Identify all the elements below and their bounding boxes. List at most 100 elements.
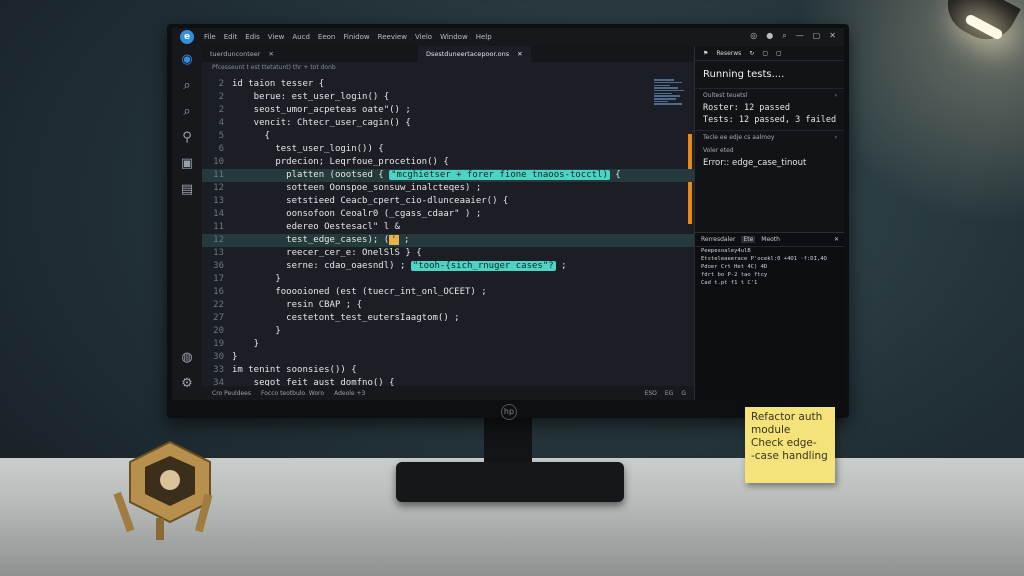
code-text: seost_umor_acpeteas oate"() ; <box>232 105 411 115</box>
menu-item[interactable]: Eeon <box>318 33 335 41</box>
status-item[interactable]: G <box>681 390 686 397</box>
code-text: } <box>232 274 281 284</box>
test-results-panel: ⚑ Reserws ↻ ▢ ▢ Running tests.... Oultes… <box>694 46 844 400</box>
minimize-button[interactable]: — <box>796 31 804 41</box>
menu-item[interactable]: File <box>204 33 216 41</box>
code-line[interactable]: 2 seost_umor_acpeteas oate"() ; <box>202 104 694 117</box>
activity-bar: ◉ ⌕ ⌕ ⚲ ▣ ▤ ◍ ⚙ <box>172 46 202 400</box>
sticky-note-line: -case handling <box>751 450 828 462</box>
code-line[interactable]: 33 im tenint soonsies()) { <box>202 364 694 377</box>
terminal-line: Etsteleaeerace P'ocekl:0 +4O1 ·f:DI,4O <box>701 256 827 262</box>
line-number: 20 <box>213 326 224 336</box>
code-line[interactable]: 2 id taion tesser { <box>202 78 694 91</box>
menu-item[interactable]: View <box>268 33 285 41</box>
code-line[interactable]: 14 oonsofoon Ceoalr0 (_cgass_cdaar" ) ; <box>202 208 694 221</box>
status-item[interactable]: Focco teotbulo. Woro <box>261 390 324 397</box>
line-number: 16 <box>213 287 224 297</box>
code-line[interactable]: 27 cestetont_test_eutersIaagtom() ; <box>202 312 694 325</box>
code-editor[interactable]: 2 id taion tesser {2 berue: est_user_logi… <box>202 74 694 388</box>
account-icon[interactable]: ◎ <box>750 31 757 41</box>
source-control-icon[interactable]: ⌕ <box>179 104 195 120</box>
search-icon[interactable]: ⌕ <box>179 78 195 94</box>
code-line[interactable]: 12 sotteen Oonspoe_sonsuw_inalcteqes) ; <box>202 182 694 195</box>
close-icon[interactable]: ✕ <box>829 31 836 41</box>
gear-icon[interactable]: ⚙ <box>179 376 195 392</box>
maximize-button[interactable]: ▢ <box>813 31 821 41</box>
menu-item[interactable]: Help <box>476 33 492 41</box>
section-label: Oultest teuetsl <box>703 92 748 99</box>
line-number: 2 <box>218 92 224 102</box>
breadcrumb[interactable]: Pfcesseunt t est ttetatunt) thr + tot do… <box>202 62 704 74</box>
code-text: ; <box>555 261 567 271</box>
code-line[interactable]: 5 { <box>202 130 694 143</box>
code-line[interactable]: 13 setstieed Ceacb_cpert_cio-dlunceaaier… <box>202 195 694 208</box>
close-icon[interactable]: ✕ <box>268 50 273 58</box>
menu-item[interactable]: Edit <box>224 33 238 41</box>
sticky-note-line: Refactor auth <box>751 411 823 423</box>
inline-suggestion[interactable]: "tooh-{sich_rnuger cases"? <box>410 261 556 271</box>
close-icon[interactable]: ✕ <box>517 50 522 58</box>
settings-icon[interactable]: ● <box>766 31 773 41</box>
line-number: 11 <box>213 170 224 180</box>
inline-suggestion[interactable]: "mcghietser + forer fione tnaoos-tocctl) <box>389 170 610 180</box>
editor-tabs: tuerdunconteer ✕ Dsestduneertacepoor.ons… <box>202 46 694 62</box>
account-icon[interactable]: ◍ <box>179 350 195 366</box>
search-icon[interactable]: ⌕ <box>782 31 786 41</box>
code-line[interactable]: 16 fooooioned (est (tuecr_int_onl_OCEET)… <box>202 286 694 299</box>
testing-icon[interactable]: ▤ <box>179 182 195 198</box>
status-item[interactable]: Adeole +3 <box>334 390 365 397</box>
terminal-tab[interactable]: Ete <box>741 236 756 243</box>
result-label: Tests: <box>703 115 734 125</box>
refresh-icon[interactable]: ↻ <box>749 50 754 57</box>
menu-item[interactable]: Aucd <box>292 33 310 41</box>
code-text: edereo Oestesacl" l & <box>232 222 400 232</box>
menu-item[interactable]: Vielo <box>415 33 432 41</box>
menu-item[interactable]: Finidow <box>343 33 369 41</box>
code-text: serne: cdao_oaesndl) ; <box>232 261 411 271</box>
terminal-tab[interactable]: Meoth <box>761 236 780 243</box>
code-line[interactable]: 10 prdecion; Leqrfoue_procetion() { <box>202 156 694 169</box>
code-line[interactable]: 11 platten (oootsed { "mcghietser + fore… <box>202 169 694 182</box>
explorer-icon[interactable]: ◉ <box>179 52 195 68</box>
code-line[interactable]: 19 } <box>202 338 694 351</box>
run-icon[interactable]: ▢ <box>776 50 782 57</box>
code-text: } <box>232 326 281 336</box>
code-line[interactable]: 22 resin CBAP ; { <box>202 299 694 312</box>
code-line[interactable]: 36 serne: cdao_oaesndl) ; "tooh-{sich_rn… <box>202 260 694 273</box>
tab-file-1[interactable]: tuerdunconteer ✕ <box>202 46 282 62</box>
code-line[interactable]: 17 } <box>202 273 694 286</box>
status-item[interactable]: EG <box>665 390 673 397</box>
line-number: 6 <box>218 144 224 154</box>
stop-icon[interactable]: ▢ <box>762 50 768 57</box>
code-line[interactable]: 11 edereo Oestesacl" l & <box>202 221 694 234</box>
sticky-note: Refactor auth module Check edge- -case h… <box>745 407 835 483</box>
text-cursor: ' <box>389 235 399 245</box>
terminal-tab[interactable]: Rerresdaler <box>701 236 735 243</box>
menu-item[interactable]: Edis <box>245 33 259 41</box>
tab-file-2[interactable]: Dsestduneertacepoor.ons ✕ <box>417 46 531 62</box>
section-header[interactable]: Oultest teuetsl › <box>695 88 844 102</box>
code-line[interactable]: 6 test_user_login()) { <box>202 143 694 156</box>
close-icon[interactable]: ✕ <box>834 236 839 243</box>
code-line[interactable]: 12 test_edge_cases); (' ; <box>202 234 694 247</box>
code-text: test_edge_cases); ( <box>232 235 390 245</box>
terminal-header: Rerresdaler Ete Meoth ✕ <box>695 233 844 247</box>
status-item[interactable]: Cro Peuldees <box>212 390 251 397</box>
code-line[interactable]: 20 } <box>202 325 694 338</box>
section-header[interactable]: Tecle ee edje cs aalmoy › <box>695 130 844 144</box>
extensions-icon[interactable]: ▣ <box>179 156 195 172</box>
debug-icon[interactable]: ⚲ <box>179 130 195 146</box>
panel-title[interactable]: Reserws <box>716 50 741 57</box>
code-line[interactable]: 30} <box>202 351 694 364</box>
section-header[interactable]: Voler eted <box>695 144 844 157</box>
code-text: ; <box>398 235 410 245</box>
status-item[interactable]: ESO <box>645 390 657 397</box>
menu-item[interactable]: Window <box>440 33 468 41</box>
code-line[interactable]: 2 berue: est_user_login() { <box>202 91 694 104</box>
code-line[interactable]: 13 reecer_cer_e: OnelSlS } { <box>202 247 694 260</box>
code-text: reecer_cer_e: OnelSlS } { <box>232 248 422 258</box>
code-text: setstieed Ceacb_cpert_cio-dlunceaaier() … <box>232 196 509 206</box>
code-line[interactable]: 4 vencit: Chtecr_user_cagin() { <box>202 117 694 130</box>
menu-item[interactable]: Reeview <box>378 33 407 41</box>
error-value: edge_case_tinout <box>732 158 807 168</box>
